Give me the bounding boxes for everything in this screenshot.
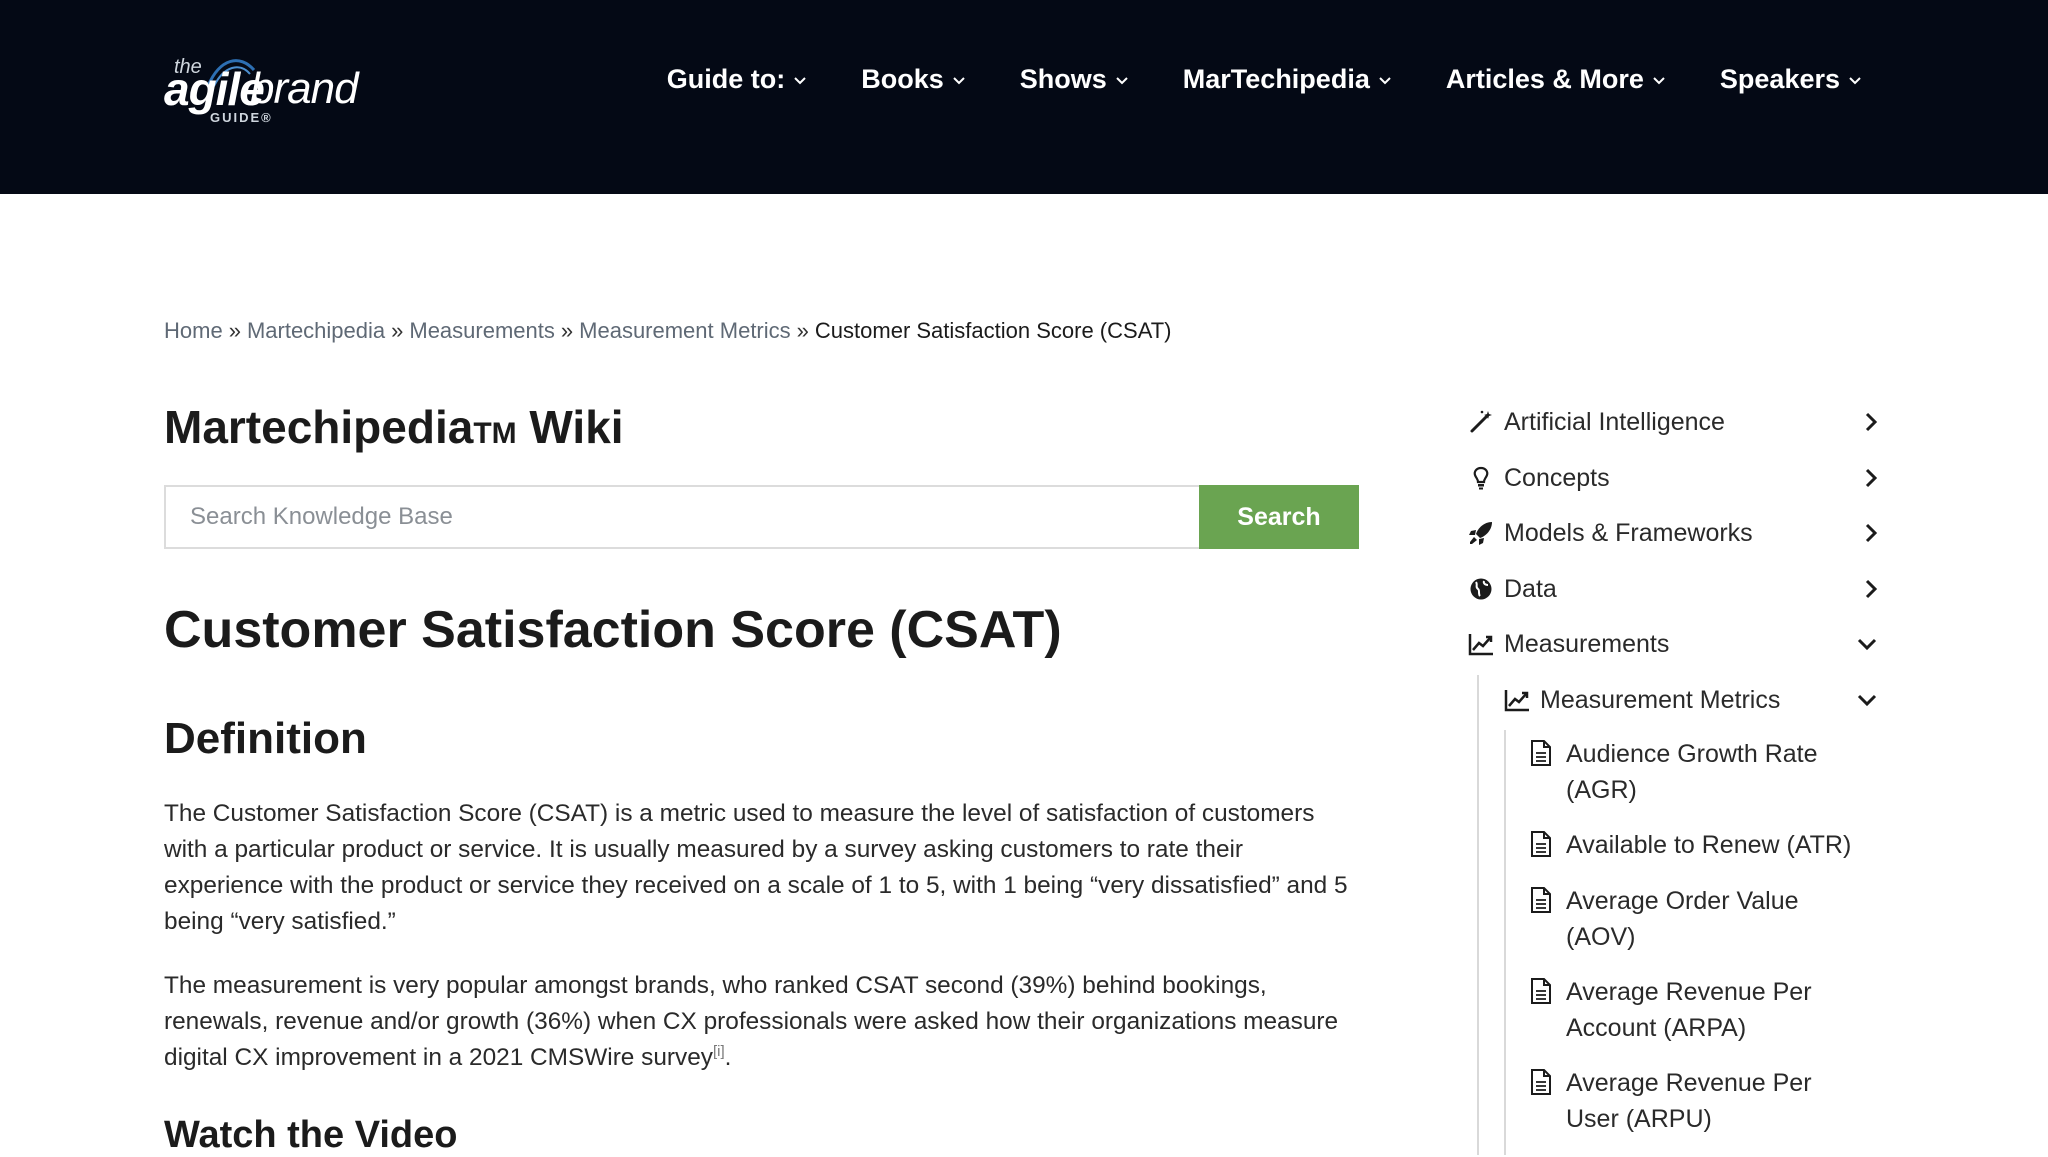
document-icon bbox=[1531, 978, 1551, 1004]
sidebar-doc-label: Audience Growth Rate (AGR) bbox=[1566, 740, 1818, 804]
chevron-down-icon bbox=[1857, 694, 1877, 707]
sidebar-item-label: Measurements bbox=[1504, 629, 1670, 658]
nav-label: Guide to: bbox=[666, 64, 786, 94]
sidebar-doc-label: Average Order Value (AOV) bbox=[1566, 887, 1799, 951]
breadcrumb-home-link[interactable]: Home bbox=[164, 318, 223, 343]
rocket-icon bbox=[1469, 522, 1492, 545]
nav-label: Speakers bbox=[1719, 64, 1840, 94]
sidebar-item-artificial-intelligence[interactable]: Artificial Intelligence bbox=[1468, 402, 1882, 442]
magic-wand-icon bbox=[1470, 410, 1492, 433]
sidebar-item-label: Concepts bbox=[1504, 463, 1610, 492]
definition-heading: Definition bbox=[164, 714, 367, 763]
search-input[interactable] bbox=[164, 485, 1199, 549]
popularity-paragraph-text: The measurement is very popular amongst … bbox=[164, 972, 1339, 1071]
lightbulb-icon bbox=[1473, 466, 1489, 490]
watch-video-heading: Watch the Video bbox=[164, 1114, 458, 1156]
breadcrumb-current: Customer Satisfaction Score (CSAT) bbox=[814, 318, 1172, 343]
chevron-down-icon bbox=[794, 76, 806, 84]
tree-guide-line bbox=[1477, 675, 1479, 1155]
chevron-right-icon bbox=[1865, 412, 1878, 432]
sidebar-doc-available-to-renew[interactable]: Available to Renew (ATR) bbox=[1530, 827, 1860, 863]
wiki-title-text: Martechipedia bbox=[164, 401, 474, 453]
main-navigation: Guide to: Books Shows MarTechipedia Arti… bbox=[613, 64, 1862, 95]
document-icon bbox=[1531, 887, 1551, 913]
breadcrumb-separator: » bbox=[228, 318, 241, 343]
wiki-title-suffix: Wiki bbox=[516, 401, 624, 453]
nav-label: Books bbox=[861, 64, 944, 94]
sidebar-item-label: Measurement Metrics bbox=[1540, 685, 1781, 714]
wiki-title: MartechipediaTM Wiki bbox=[164, 400, 624, 454]
sidebar-doc-average-revenue-per-user[interactable]: Average Revenue Per User (ARPU) bbox=[1530, 1065, 1860, 1137]
tree-guide-line bbox=[1504, 730, 1506, 1155]
knowledge-base-search: Search bbox=[164, 485, 1359, 549]
sidebar-item-models-frameworks[interactable]: Models & Frameworks bbox=[1468, 513, 1882, 553]
sidebar-doc-audience-growth-rate[interactable]: Audience Growth Rate (AGR) bbox=[1530, 736, 1860, 808]
breadcrumb-martechipedia-link[interactable]: Martechipedia bbox=[247, 318, 385, 343]
definition-paragraph: The Customer Satisfaction Score (CSAT) i… bbox=[164, 800, 1348, 935]
nav-label: MarTechipedia bbox=[1182, 64, 1370, 94]
globe-icon bbox=[1470, 578, 1492, 600]
nav-item-guide-to[interactable]: Guide to: bbox=[667, 64, 807, 95]
sidebar-item-label: Models & Frameworks bbox=[1504, 518, 1753, 547]
logo-agile-text: agile bbox=[164, 63, 265, 115]
chevron-right-icon bbox=[1865, 468, 1878, 488]
nav-label: Shows bbox=[1019, 64, 1107, 94]
line-chart-icon bbox=[1468, 634, 1493, 656]
wiki-title-trademark: TM bbox=[473, 417, 517, 450]
sidebar-doc-label: Available to Renew (ATR) bbox=[1566, 831, 1852, 859]
sidebar-doc-label: Average Revenue Per Account (ARPA) bbox=[1566, 978, 1812, 1042]
chevron-down-icon bbox=[1849, 76, 1861, 84]
sidebar-item-label: Artificial Intelligence bbox=[1504, 407, 1725, 436]
nav-item-martechipedia[interactable]: MarTechipedia bbox=[1183, 64, 1392, 95]
site-header: the agile brand GUIDE® Guide to: Books S… bbox=[0, 0, 2048, 194]
nav-item-speakers[interactable]: Speakers bbox=[1720, 64, 1862, 95]
chevron-down-icon bbox=[1116, 76, 1128, 84]
sidebar-item-label: Data bbox=[1504, 574, 1557, 603]
sidebar-item-data[interactable]: Data bbox=[1468, 569, 1882, 609]
paragraph-end: . bbox=[724, 1044, 732, 1071]
breadcrumb-separator: » bbox=[796, 318, 809, 343]
sidebar-doc-label: Average Revenue Per User (ARPU) bbox=[1566, 1069, 1812, 1133]
chevron-down-icon bbox=[1379, 76, 1391, 84]
breadcrumb-separator: » bbox=[391, 318, 404, 343]
site-logo[interactable]: the agile brand GUIDE® bbox=[164, 52, 364, 125]
chevron-down-icon bbox=[953, 76, 965, 84]
sidebar-item-measurement-metrics[interactable]: Measurement Metrics bbox=[1504, 680, 1878, 720]
chevron-right-icon bbox=[1865, 579, 1878, 599]
chevron-down-icon bbox=[1857, 638, 1877, 651]
nav-label: Articles & More bbox=[1445, 64, 1644, 94]
breadcrumb-separator: » bbox=[560, 318, 574, 343]
popularity-paragraph: The measurement is very popular amongst … bbox=[164, 968, 1364, 1076]
document-icon bbox=[1531, 831, 1551, 857]
chevron-down-icon bbox=[1653, 76, 1665, 84]
chevron-right-icon bbox=[1865, 523, 1878, 543]
sidebar-doc-average-order-value[interactable]: Average Order Value (AOV) bbox=[1530, 883, 1860, 955]
sidebar-doc-average-revenue-per-account[interactable]: Average Revenue Per Account (ARPA) bbox=[1530, 974, 1860, 1046]
nav-item-shows[interactable]: Shows bbox=[1020, 64, 1129, 95]
logo-brand-text: brand bbox=[250, 64, 359, 113]
search-button[interactable]: Search bbox=[1199, 485, 1359, 549]
nav-item-books[interactable]: Books bbox=[861, 64, 966, 95]
breadcrumb: Home» Martechipedia» Measurements» Measurem… bbox=[164, 318, 1172, 344]
nav-item-articles-more[interactable]: Articles & More bbox=[1446, 64, 1666, 95]
document-icon bbox=[1531, 740, 1551, 766]
sidebar-item-concepts[interactable]: Concepts bbox=[1468, 458, 1882, 498]
breadcrumb-measurement-metrics-link[interactable]: Measurement Metrics bbox=[579, 318, 791, 343]
line-chart-icon bbox=[1504, 690, 1529, 712]
sidebar-item-measurements[interactable]: Measurements bbox=[1468, 624, 1882, 664]
document-icon bbox=[1531, 1069, 1551, 1095]
logo-guide-text: GUIDE® bbox=[210, 110, 273, 125]
breadcrumb-measurements-link[interactable]: Measurements bbox=[409, 318, 555, 343]
page-title: Customer Satisfaction Score (CSAT) bbox=[164, 601, 1062, 659]
footnote-link[interactable]: [i] bbox=[713, 1043, 725, 1060]
